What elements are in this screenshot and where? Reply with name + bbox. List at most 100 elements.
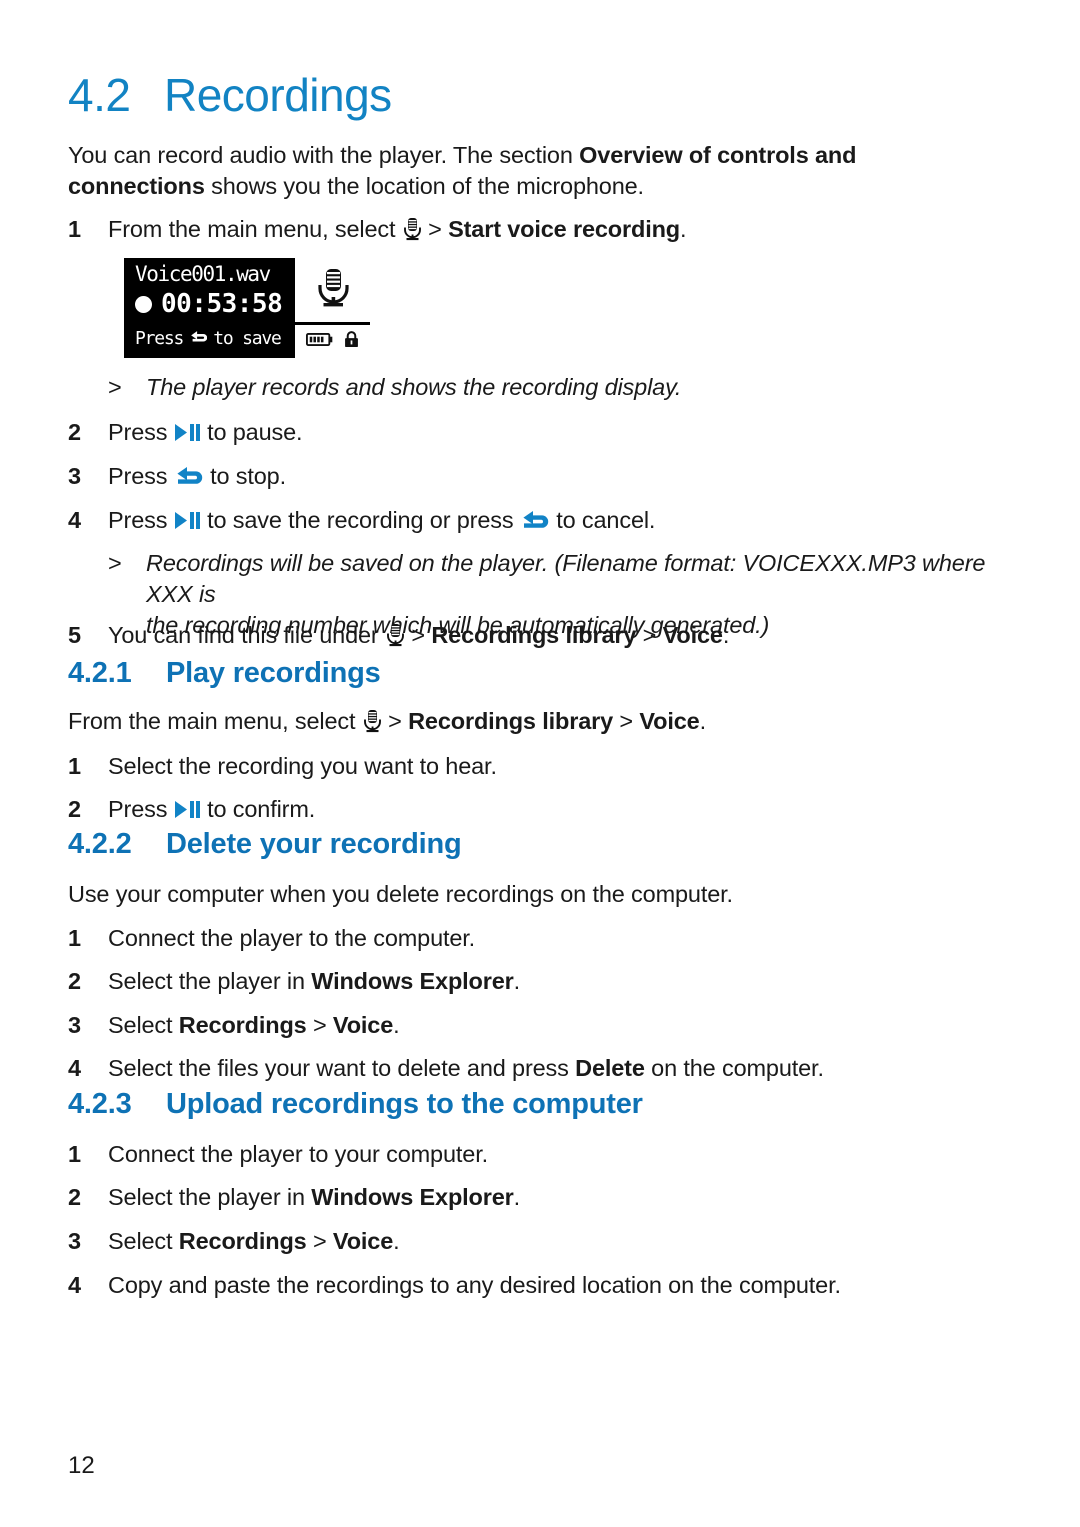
step-number: 4 <box>68 1055 81 1081</box>
note-line-1: Recordings will be saved on the player. … <box>146 550 986 607</box>
step-number: 4 <box>68 507 81 533</box>
section-number: 4.2.2 <box>68 828 132 860</box>
intro-text-a: From the main menu, select <box>68 708 362 734</box>
section-422-step-2: 2 Select the player in Windows Explorer. <box>68 966 520 996</box>
intro-text: Use your computer when you delete record… <box>68 881 733 907</box>
step-number: 2 <box>68 968 81 994</box>
step-3-stop: 3 Press to stop. <box>68 461 286 491</box>
section-422-step-3: 3 Select Recordings > Voice. <box>68 1010 400 1040</box>
step-number: 1 <box>68 925 81 951</box>
lcd-hint-prefix: Press <box>135 328 184 349</box>
step-text-d: . <box>722 622 730 648</box>
lcd-hint-suffix: to save <box>213 328 282 349</box>
step-text: Connect the player to your computer. <box>108 1141 488 1167</box>
intro-bold-a: Recordings library <box>408 708 614 734</box>
note-player-records: > The player records and shows the record… <box>108 372 946 403</box>
step-bold-a: Recordings library <box>431 622 637 648</box>
intro-bold-b: connections <box>68 173 205 199</box>
play-pause-icon <box>174 796 201 818</box>
intro-bold-b: Voice <box>639 708 700 734</box>
lcd-left-panel: Voice001.wav 00:53:58 Press to save <box>124 258 292 358</box>
section-421-step-2: 2 Press to confirm. <box>68 794 315 824</box>
step-bold-a: Recordings <box>178 1012 307 1038</box>
step-text-b: . <box>513 968 521 994</box>
step-number: 4 <box>68 1272 81 1298</box>
step-text-b: to save the recording or press <box>200 507 520 533</box>
step-bold-b: Voice <box>332 1012 394 1038</box>
step-text-c: > <box>636 622 663 648</box>
intro-text-b: shows you the location of the microphone… <box>204 173 644 199</box>
step-text: Copy and paste the recordings to any des… <box>108 1272 841 1298</box>
section-heading-422: 4.2.2 Delete your recording <box>68 828 462 861</box>
intro-text-d: . <box>699 708 707 734</box>
section-421-intro: From the main menu, select > Recordings … <box>68 706 706 736</box>
intro-text-a: You can record audio with the player. Th… <box>68 142 580 168</box>
step-number: 2 <box>68 419 81 445</box>
lock-icon <box>343 330 360 354</box>
note-marker: > <box>108 550 122 576</box>
section-heading-423: 4.2.3 Upload recordings to the computer <box>68 1088 643 1121</box>
step-text-b: on the computer. <box>644 1055 824 1081</box>
step-5-find-file: 5 You can find this file under > Recordin… <box>68 620 729 650</box>
step-number: 3 <box>68 1012 81 1038</box>
step-text-c: to cancel. <box>549 507 656 533</box>
step-number: 3 <box>68 463 81 489</box>
step-number: 3 <box>68 1228 81 1254</box>
step-text-b: > <box>421 216 449 242</box>
step-bold: Start voice recording <box>448 216 680 242</box>
step-number: 1 <box>68 1141 81 1167</box>
section-423-step-3: 3 Select Recordings > Voice. <box>68 1226 400 1256</box>
section-423-step-1: 1 Connect the player to your computer. <box>68 1139 488 1169</box>
lcd-mode-panel <box>292 258 370 325</box>
lcd-status-panel <box>292 325 370 358</box>
step-2-pause: 2 Press to pause. <box>68 417 303 447</box>
recording-display-figure: Voice001.wav 00:53:58 Press to save <box>124 258 370 358</box>
section-number: 4.2.1 <box>68 657 132 689</box>
step-bold: Windows Explorer <box>311 968 514 994</box>
page-title-number: 4.2 <box>68 69 131 121</box>
step-bold-a: Recordings <box>178 1228 307 1254</box>
step-number: 1 <box>68 216 81 242</box>
back-arrow-icon <box>189 328 208 349</box>
step-text-b: to confirm. <box>200 796 316 822</box>
intro-bold-a: Overview of controls and <box>579 142 857 168</box>
section-title: Delete your recording <box>166 828 462 860</box>
step-text-a: Press <box>108 463 174 489</box>
play-pause-icon <box>174 507 201 529</box>
step-number: 2 <box>68 796 81 822</box>
step-text-a: Select <box>108 1228 179 1254</box>
step-text-a: Press <box>108 507 174 533</box>
lcd-filename: Voice001.wav <box>135 262 271 286</box>
intro-text-c: > <box>613 708 640 734</box>
lcd-time-row: 00:53:58 <box>135 289 283 319</box>
note-text: The player records and shows the recordi… <box>146 374 682 400</box>
step-text-a: Select <box>108 1012 179 1038</box>
step-text-a: Press <box>108 419 174 445</box>
intro-paragraph: You can record audio with the player. Th… <box>68 140 968 202</box>
step-text-b: to pause. <box>200 419 303 445</box>
step-text-c: . <box>393 1012 400 1038</box>
microphone-icon <box>385 623 405 647</box>
step-bold: Windows Explorer <box>311 1184 514 1210</box>
note-marker: > <box>108 374 122 400</box>
step-text-b: > <box>306 1228 333 1254</box>
step-number: 1 <box>68 753 81 779</box>
step-text-a: From the main menu, select <box>108 216 402 242</box>
record-dot-icon <box>135 295 152 313</box>
step-text-b: to stop. <box>203 463 286 489</box>
step-text-a: Select the files your want to delete and… <box>108 1055 576 1081</box>
section-422-intro: Use your computer when you delete record… <box>68 879 733 909</box>
manual-page: 4.2 Recordings You can record audio with … <box>0 0 1080 1527</box>
page-number: 12 <box>68 1452 95 1479</box>
back-arrow-icon <box>174 465 204 489</box>
microphone-icon <box>402 217 422 241</box>
step-text-b: > <box>306 1012 333 1038</box>
step-text-c: . <box>393 1228 400 1254</box>
step-text-c: . <box>680 216 687 242</box>
lcd-elapsed-time: 00:53:58 <box>161 289 283 319</box>
step-text-b: > <box>404 622 432 648</box>
section-title: Upload recordings to the computer <box>166 1088 643 1120</box>
section-422-step-4: 4 Select the files your want to delete an… <box>68 1053 824 1083</box>
battery-icon <box>305 332 334 352</box>
step-4-save-cancel: 4 Press to save the recording or press to… <box>68 505 655 535</box>
